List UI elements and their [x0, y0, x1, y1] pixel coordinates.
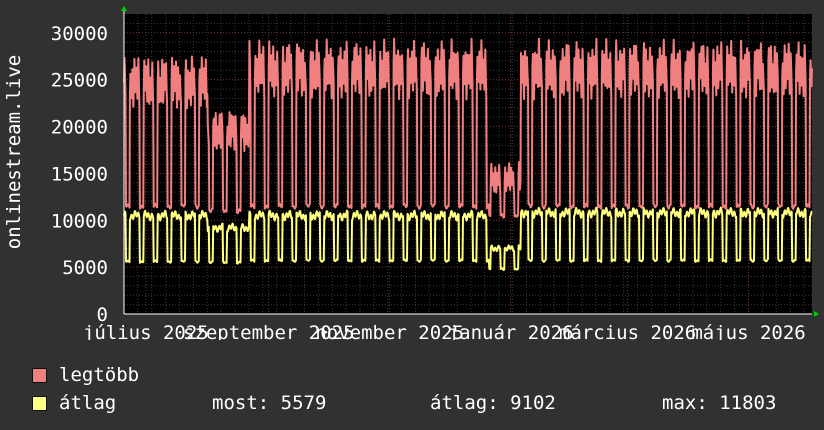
y-tick-label: 30000 — [51, 23, 108, 45]
y-tick-label: 10000 — [51, 210, 108, 232]
legend-label-avg: átlag — [59, 392, 117, 414]
stat-current: most: 5579 — [212, 392, 327, 414]
x-tick-label: május 2026 — [691, 322, 805, 340]
y-axis-label: onlinestream.live — [3, 55, 25, 249]
y-tick-label: 0 — [97, 304, 108, 326]
y-tick-label: 5000 — [62, 257, 108, 279]
y-axis-arrow — [121, 6, 127, 11]
y-tick-label: 20000 — [51, 117, 108, 139]
x-tick-label: január 2026 — [448, 322, 574, 340]
x-tick-label: november 2025 — [315, 322, 464, 340]
legend-swatch-max — [32, 367, 47, 383]
chart: július 2025szeptember 2025november 2025j… — [3, 6, 819, 340]
y-tick-label: 15000 — [51, 163, 108, 185]
legend-item-avg: átlag — [32, 391, 116, 415]
legend-label-max: legtöbb — [59, 364, 140, 386]
y-tick-label: 25000 — [51, 70, 108, 92]
x-axis-arrow — [814, 311, 819, 317]
legend-item-max: legtöbb — [32, 363, 139, 387]
stat-max: max: 11803 — [662, 392, 777, 414]
stat-average: átlag: 9102 — [430, 392, 556, 414]
legend-swatch-avg — [32, 395, 47, 411]
x-tick-label: március 2026 — [559, 322, 696, 340]
